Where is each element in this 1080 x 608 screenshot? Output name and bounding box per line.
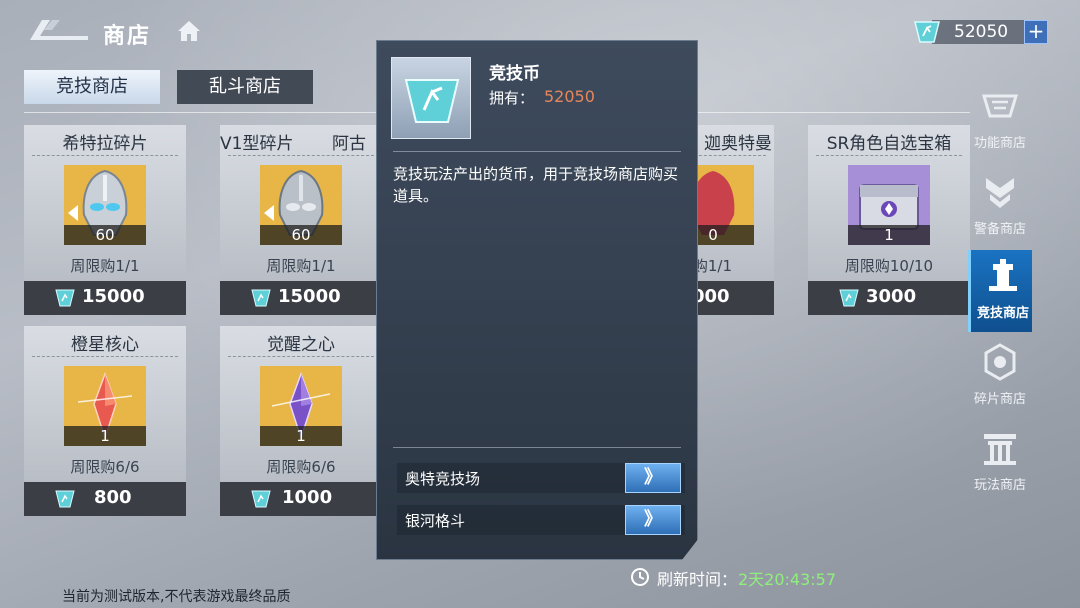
tab-arena-shop[interactable]: 竞技商店 [24, 70, 160, 104]
clock-icon [631, 568, 649, 586]
arena-coin-icon [391, 57, 471, 139]
purchase-limit: 周限购10/10 [844, 257, 934, 275]
source-label: 奥特竞技场 [405, 470, 481, 488]
side-nav-label: 碎片商店 [973, 392, 1026, 407]
item-price: 3000 [866, 286, 917, 307]
side-nav-arena-shop[interactable]: 竞技商店 [968, 250, 1032, 332]
item-quantity: 60 [64, 225, 146, 245]
tab-brawl-shop[interactable]: 乱斗商店 [177, 70, 313, 104]
add-currency-button[interactable]: + [1024, 20, 1048, 44]
side-nav-label: 警备商店 [973, 222, 1026, 237]
item-quantity: 1 [260, 426, 342, 446]
item-name: SR角色自选宝箱 [826, 134, 952, 154]
test-version-notice: 当前为测试版本,不代表游戏最终品质 [62, 589, 291, 605]
item-quantity: 60 [260, 225, 342, 245]
page-title: 商店 [103, 24, 152, 49]
side-nav-fragment-shop[interactable]: 碎片商店 [968, 336, 1032, 418]
price-bar: 15000 [220, 281, 382, 315]
side-nav-label: 竞技商店 [976, 306, 1029, 321]
currency-value: 52050 [954, 22, 1009, 42]
guard-shop-icon [986, 178, 1014, 208]
item-name: 橙星核心 [71, 335, 139, 355]
divider [228, 356, 374, 357]
shop-category-nav: 功能商店 警备商店 竞技商店 碎片商店 玩法商店 [968, 80, 1032, 500]
price-bar: 3000 [808, 281, 970, 315]
refresh-countdown: 2天20:43:57 [738, 570, 837, 589]
side-nav-guard-shop[interactable]: 警备商店 [968, 166, 1032, 248]
arena-coin-icon [912, 18, 942, 46]
divider [393, 151, 681, 152]
item-price: 15000 [82, 286, 145, 307]
purchase-limit: 周限购1/1 [266, 257, 336, 275]
refresh-label: 刷新时间： [657, 570, 738, 589]
source-label: 银河格斗 [405, 512, 466, 530]
function-shop-icon [981, 94, 1019, 118]
arena-coin-icon [55, 490, 75, 508]
shop-item-card[interactable]: 橙星核心 1 周限购6/6 800 [24, 326, 186, 516]
item-quantity: 1 [848, 225, 930, 245]
price-bar: 15000 [24, 281, 186, 315]
side-nav-label: 功能商店 [973, 136, 1026, 151]
purchase-limit: 周限购6/6 [266, 458, 336, 476]
item-name: 希特拉碎片 [62, 134, 148, 154]
arena-coin-icon [55, 289, 75, 307]
divider [32, 356, 178, 357]
shop-item-card[interactable]: SR角色自选宝箱 1 周限购10/10 3000 [808, 125, 970, 315]
item-price: 800 [94, 487, 132, 508]
purchase-limit: 周限购1/1 [70, 257, 140, 275]
gameplay-shop-icon [984, 434, 1016, 465]
popup-own-value: 52050 [544, 87, 595, 106]
arena-shop-icon [989, 259, 1017, 291]
item-price: 15000 [278, 286, 341, 307]
price-bar: 1000 [220, 482, 382, 516]
price-bar: 800 [24, 482, 186, 516]
purchase-limit: 周限购6/6 [70, 458, 140, 476]
divider [228, 155, 374, 156]
popup-description: 竞技玩法产出的货币，用于竞技场商店购买道具。 [393, 165, 679, 205]
item-quantity: 1 [64, 426, 146, 446]
back-button[interactable] [26, 14, 92, 44]
back-arrow-icon [30, 20, 88, 40]
currency-info-popup: 竞技币 拥有： 52050 竞技玩法产出的货币，用于竞技场商店购买道具。 奥特竞… [376, 40, 698, 560]
item-name: 觉醒之心 [267, 335, 335, 355]
home-button[interactable] [176, 18, 202, 44]
home-icon [178, 21, 200, 41]
shop-item-card[interactable]: 希特拉碎片 60 周限购1/1 15000 [24, 125, 186, 315]
source-go-button[interactable]: 》 [625, 463, 681, 493]
popup-own-label: 拥有： [489, 89, 535, 107]
source-row: 奥特竞技场 》 [397, 463, 685, 493]
item-price: 1000 [282, 487, 333, 508]
arena-coin-icon [839, 289, 859, 307]
arena-coin-icon [251, 490, 271, 508]
arena-coin-icon [251, 289, 271, 307]
item-name-partial: 阿古 [332, 134, 366, 154]
currency-display: 52050 + [912, 18, 1048, 46]
side-nav-function-shop[interactable]: 功能商店 [968, 80, 1032, 162]
divider [32, 155, 178, 156]
fragment-shop-icon [984, 343, 1016, 381]
source-row: 银河格斗 》 [397, 505, 685, 535]
side-nav-gameplay-shop[interactable]: 玩法商店 [968, 422, 1032, 504]
divider [393, 447, 681, 448]
popup-item-name: 竞技币 [489, 64, 540, 84]
divider [816, 155, 962, 156]
shop-item-card[interactable]: 觉醒之心 1 周限购6/6 1000 [220, 326, 382, 516]
source-go-button[interactable]: 》 [625, 505, 681, 535]
side-nav-label: 玩法商店 [973, 478, 1026, 493]
